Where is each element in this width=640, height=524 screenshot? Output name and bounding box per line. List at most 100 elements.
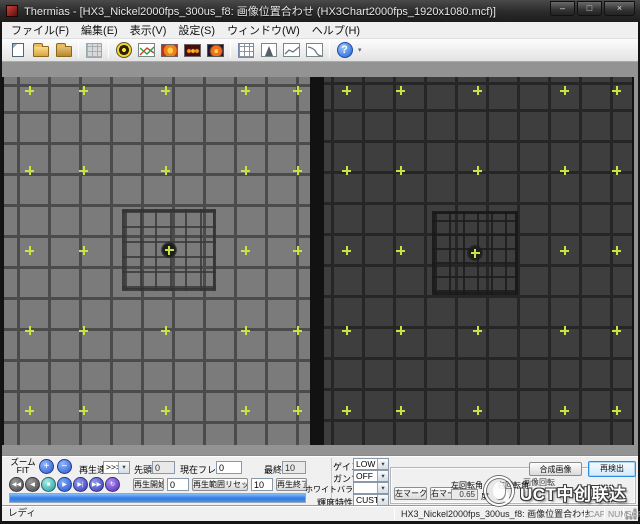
loop-button[interactable]: ↻ <box>105 477 120 492</box>
go-first-button[interactable]: ◀◀ <box>9 477 24 492</box>
zoom-out-button[interactable]: − <box>57 459 72 474</box>
redetect-button[interactable]: 再検出 <box>588 461 636 477</box>
menu-view[interactable]: 表示(V) <box>124 21 173 39</box>
toolbar-separator <box>230 42 231 58</box>
calibration-cross-icon <box>560 326 569 335</box>
calibration-cross-icon <box>79 246 88 255</box>
calibration-cross-icon <box>79 166 88 175</box>
curve-graph-icon <box>306 43 323 57</box>
grid-view-button-disabled[interactable] <box>82 40 105 61</box>
menu-help[interactable]: ヘルプ(H) <box>306 21 366 39</box>
calibration-cross-icon <box>241 406 250 415</box>
speed-select[interactable]: >>> ▾ <box>103 461 130 474</box>
menu-edit[interactable]: 編集(E) <box>75 21 124 39</box>
new-file-button[interactable] <box>6 40 29 61</box>
calibration-cross-icon <box>293 166 302 175</box>
grid-overlay-button[interactable] <box>234 40 257 61</box>
last-frame-input[interactable] <box>282 461 306 474</box>
control-panel: ズーム FIT + − 再生速度 >>> ▾ 先頭 現在フレーム 最終 ◀◀◀■… <box>2 455 638 505</box>
calibration-cross-icon <box>293 86 302 95</box>
calibration-cross-icon <box>161 86 170 95</box>
menu-window[interactable]: ウィンドウ(W) <box>221 21 306 39</box>
left-center-cross-icon <box>165 246 174 255</box>
calibration-cross-icon <box>396 86 405 95</box>
save-file-button[interactable] <box>52 40 75 61</box>
status-divider <box>394 508 395 519</box>
toolbar-overflow-icon[interactable]: ▾ <box>358 46 362 54</box>
play-end-button[interactable]: 再生終了 <box>276 478 307 491</box>
play-start-input[interactable] <box>167 478 189 491</box>
resize-grip[interactable] <box>625 508 637 520</box>
gain-select[interactable]: LOW ▾ <box>353 458 389 470</box>
play-start-button[interactable]: 再生開始 <box>133 478 164 491</box>
calibration-cross-icon <box>612 326 621 335</box>
calibration-cross-icon <box>342 326 351 335</box>
last-frame-label: 最終 <box>264 463 282 476</box>
image-rotation-label: 画像回転 <box>523 477 555 488</box>
stop-button[interactable]: ■ <box>41 477 56 492</box>
white-balance-select[interactable]: ▾ <box>353 482 389 494</box>
image-row <box>2 77 634 445</box>
left-rotation-unit: 度 <box>481 491 489 502</box>
target-detect-button[interactable] <box>112 40 135 61</box>
maximize-button[interactable]: □ <box>577 1 602 16</box>
app-window: Thermias - [HX3_Nickel2000fps_300us_f8: … <box>0 0 640 524</box>
closed-folder-icon <box>56 46 72 57</box>
calibration-cross-icon <box>25 166 34 175</box>
zoom-in-button[interactable]: + <box>39 459 54 474</box>
thermal-flame-button[interactable] <box>204 40 227 61</box>
calibration-cross-icon <box>25 86 34 95</box>
luminance-value: CUSTOM <box>354 495 377 505</box>
open-file-button[interactable] <box>29 40 52 61</box>
go-last-button[interactable]: ▶▶ <box>89 477 104 492</box>
composite-image-button[interactable]: 合成画像 <box>529 462 582 476</box>
help-button[interactable]: ? <box>333 40 356 61</box>
histogram-button[interactable] <box>257 40 280 61</box>
right-center-marker <box>467 245 483 261</box>
right-image-panel[interactable] <box>324 77 632 445</box>
left-image-panel[interactable] <box>4 77 310 445</box>
right-center-cross-icon <box>471 249 480 258</box>
curve-graph-button[interactable] <box>303 40 326 61</box>
title-bar: Thermias - [HX3_Nickel2000fps_300us_f8: … <box>0 0 640 22</box>
range-end-input[interactable] <box>251 478 273 491</box>
calibration-cross-icon <box>473 326 482 335</box>
thermal-image-button[interactable] <box>158 40 181 61</box>
calibration-cross-icon <box>25 246 34 255</box>
calibration-cross-icon <box>293 326 302 335</box>
calibration-cross-icon <box>560 246 569 255</box>
target-icon <box>116 42 132 58</box>
calibration-cross-icon <box>241 326 250 335</box>
range-reset-button[interactable]: 再生範囲リセット <box>192 478 248 491</box>
calibration-cross-icon <box>473 166 482 175</box>
status-file: HX3_Nickel2000fps_300us_f8: 画像位置合わせ <box>401 508 590 520</box>
calibration-cross-icon <box>560 406 569 415</box>
thermal-pattern-button[interactable] <box>181 40 204 61</box>
left-rotation-input[interactable] <box>451 489 478 500</box>
close-button[interactable]: × <box>604 1 635 16</box>
minimize-button[interactable]: – <box>550 1 575 16</box>
current-frame-input[interactable] <box>216 461 242 474</box>
status-divider <box>604 508 605 519</box>
profile-graph-button[interactable] <box>280 40 303 61</box>
progress-fill <box>10 494 305 502</box>
gamma-select[interactable]: OFF ▾ <box>353 470 389 482</box>
menu-file[interactable]: ファイル(F) <box>5 21 75 39</box>
head-frame-input[interactable] <box>152 461 175 474</box>
calibration-cross-icon <box>25 326 34 335</box>
menu-settings[interactable]: 設定(S) <box>172 21 221 39</box>
play-button[interactable]: ▶ <box>57 477 72 492</box>
playback-progress-bar[interactable] <box>9 493 306 503</box>
status-bar: レディ HX3_Nickel2000fps_300us_f8: 画像位置合わせ … <box>2 505 638 521</box>
chevron-down-icon: ▾ <box>118 462 129 473</box>
step-forward-button[interactable]: ▶| <box>73 477 88 492</box>
head-frame-label: 先頭 <box>134 463 152 476</box>
left-mark-button[interactable]: 左マーク <box>394 487 427 500</box>
step-back-button[interactable]: ◀ <box>25 477 40 492</box>
thermal-pattern-icon <box>184 44 201 57</box>
calibration-cross-icon <box>396 326 405 335</box>
speed-value: >>> <box>104 462 118 473</box>
thermal-image-icon <box>161 44 178 57</box>
line-chart-button[interactable] <box>135 40 158 61</box>
calibration-cross-icon <box>25 406 34 415</box>
